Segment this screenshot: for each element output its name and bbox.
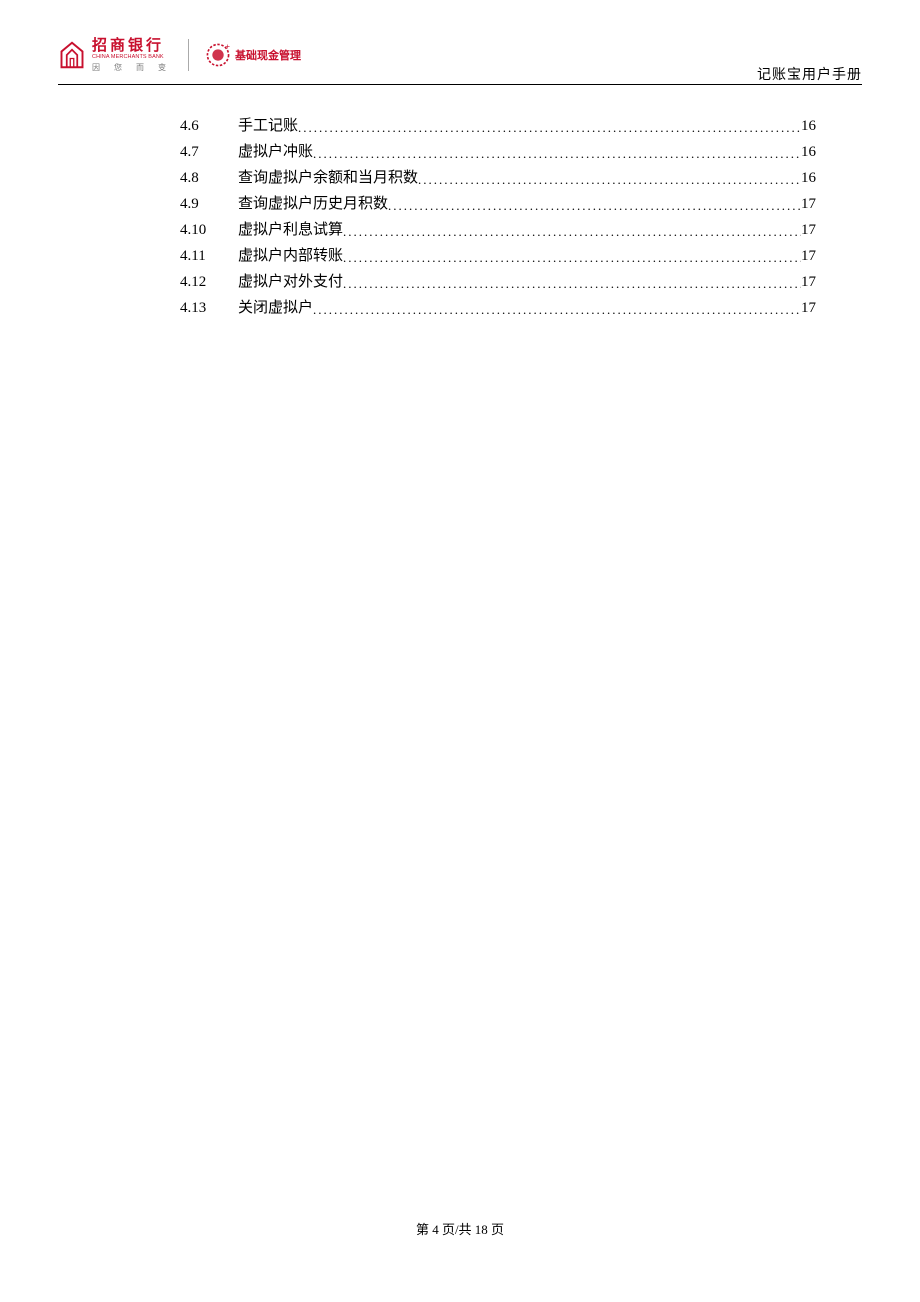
- toc-page: 16: [801, 144, 816, 161]
- toc-leader: [298, 120, 801, 137]
- page-header: 招商银行 CHINA MERCHANTS BANK 因 您 而 变 + 基础现金…: [58, 38, 862, 72]
- toc-title: 关闭虚拟户: [238, 296, 313, 317]
- cmb-logo: 招商银行 CHINA MERCHANTS BANK 因 您 而 变: [58, 38, 172, 72]
- cash-logo-icon: +: [205, 42, 231, 68]
- cmb-logo-icon: [58, 41, 86, 69]
- toc-number: 4.10: [180, 222, 238, 239]
- toc-number: 4.11: [180, 248, 238, 265]
- toc-leader: [313, 302, 801, 319]
- bank-slogan: 因 您 而 变: [92, 64, 172, 72]
- toc-entry: 4.9 查询虚拟户历史月积数 17: [180, 192, 816, 218]
- product-logo: + 基础现金管理: [205, 42, 301, 68]
- logo-divider: [188, 39, 189, 71]
- toc-number: 4.8: [180, 170, 238, 187]
- header-rule: [58, 84, 862, 85]
- toc-leader: [343, 276, 801, 293]
- toc-entry: 4.8 查询虚拟户余额和当月积数 16: [180, 166, 816, 192]
- toc-page: 16: [801, 170, 816, 187]
- toc-number: 4.9: [180, 196, 238, 213]
- toc-number: 4.6: [180, 118, 238, 135]
- toc-page: 17: [801, 300, 816, 317]
- toc-page: 17: [801, 248, 816, 265]
- table-of-contents: 4.6 手工记账 16 4.7 虚拟户冲账 16 4.8 查询虚拟户余额和当月积…: [180, 114, 816, 322]
- toc-title: 手工记账: [238, 114, 298, 135]
- bank-name-en: CHINA MERCHANTS BANK: [92, 55, 172, 61]
- toc-title: 虚拟户利息试算: [238, 218, 343, 239]
- product-name: 基础现金管理: [235, 47, 301, 63]
- toc-page: 17: [801, 274, 816, 291]
- toc-title: 查询虚拟户历史月积数: [238, 192, 388, 213]
- bank-name-cn: 招商银行: [92, 38, 172, 53]
- toc-title: 虚拟户冲账: [238, 140, 313, 161]
- toc-title: 查询虚拟户余额和当月积数: [238, 166, 418, 187]
- toc-entry: 4.12 虚拟户对外支付 17: [180, 270, 816, 296]
- page-number: 第 4 页/共 18 页: [416, 1222, 504, 1237]
- toc-leader: [418, 172, 801, 189]
- toc-page: 17: [801, 222, 816, 239]
- toc-leader: [313, 146, 801, 163]
- toc-number: 4.12: [180, 274, 238, 291]
- toc-leader: [343, 250, 801, 267]
- toc-leader: [343, 224, 801, 241]
- toc-number: 4.7: [180, 144, 238, 161]
- toc-entry: 4.13 关闭虚拟户 17: [180, 296, 816, 322]
- svg-text:+: +: [225, 42, 230, 51]
- toc-entry: 4.7 虚拟户冲账 16: [180, 140, 816, 166]
- toc-title: 虚拟户内部转账: [238, 244, 343, 265]
- toc-entry: 4.11 虚拟户内部转账 17: [180, 244, 816, 270]
- toc-entry: 4.6 手工记账 16: [180, 114, 816, 140]
- toc-page: 16: [801, 118, 816, 135]
- page-footer: 第 4 页/共 18 页: [0, 1219, 920, 1238]
- toc-page: 17: [801, 196, 816, 213]
- document-title: 记账宝用户手册: [757, 64, 862, 84]
- toc-number: 4.13: [180, 300, 238, 317]
- logo-group: 招商银行 CHINA MERCHANTS BANK 因 您 而 变 + 基础现金…: [58, 38, 301, 72]
- toc-leader: [388, 198, 801, 215]
- toc-entry: 4.10 虚拟户利息试算 17: [180, 218, 816, 244]
- toc-title: 虚拟户对外支付: [238, 270, 343, 291]
